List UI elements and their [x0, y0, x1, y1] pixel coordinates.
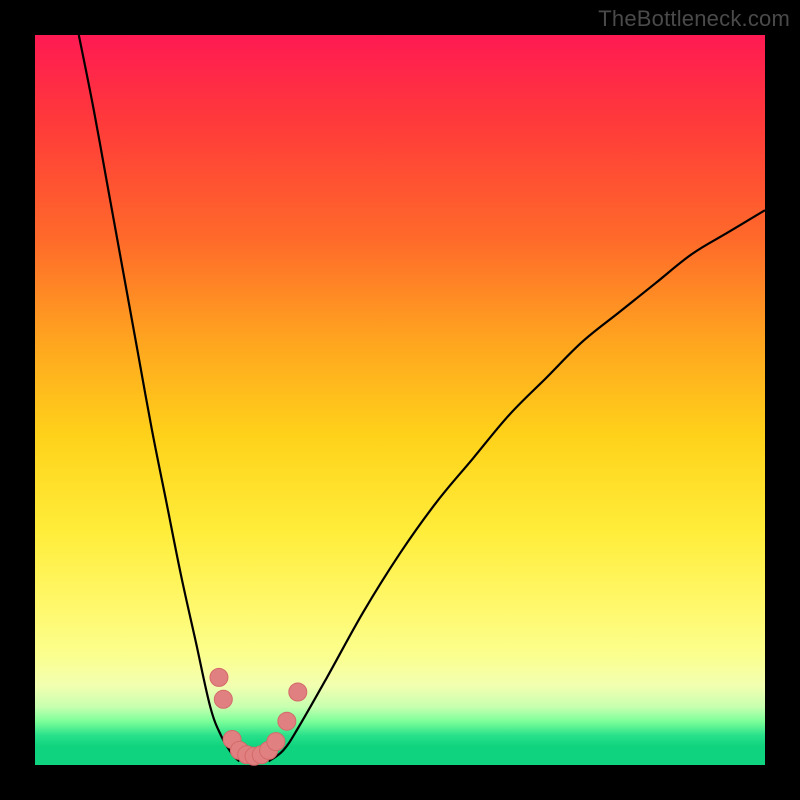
- curve-marker: [210, 668, 228, 686]
- bottleneck-curve: [35, 35, 765, 765]
- chart-frame: TheBottleneck.com: [0, 0, 800, 800]
- curve-marker: [278, 712, 296, 730]
- curve-marker: [289, 683, 307, 701]
- watermark-text: TheBottleneck.com: [598, 6, 790, 32]
- curve-marker: [267, 733, 285, 751]
- curve-marker: [214, 690, 232, 708]
- curve-left-branch: [79, 35, 240, 761]
- curve-right-branch: [269, 210, 765, 761]
- plot-area: [35, 35, 765, 765]
- curve-markers: [210, 668, 307, 765]
